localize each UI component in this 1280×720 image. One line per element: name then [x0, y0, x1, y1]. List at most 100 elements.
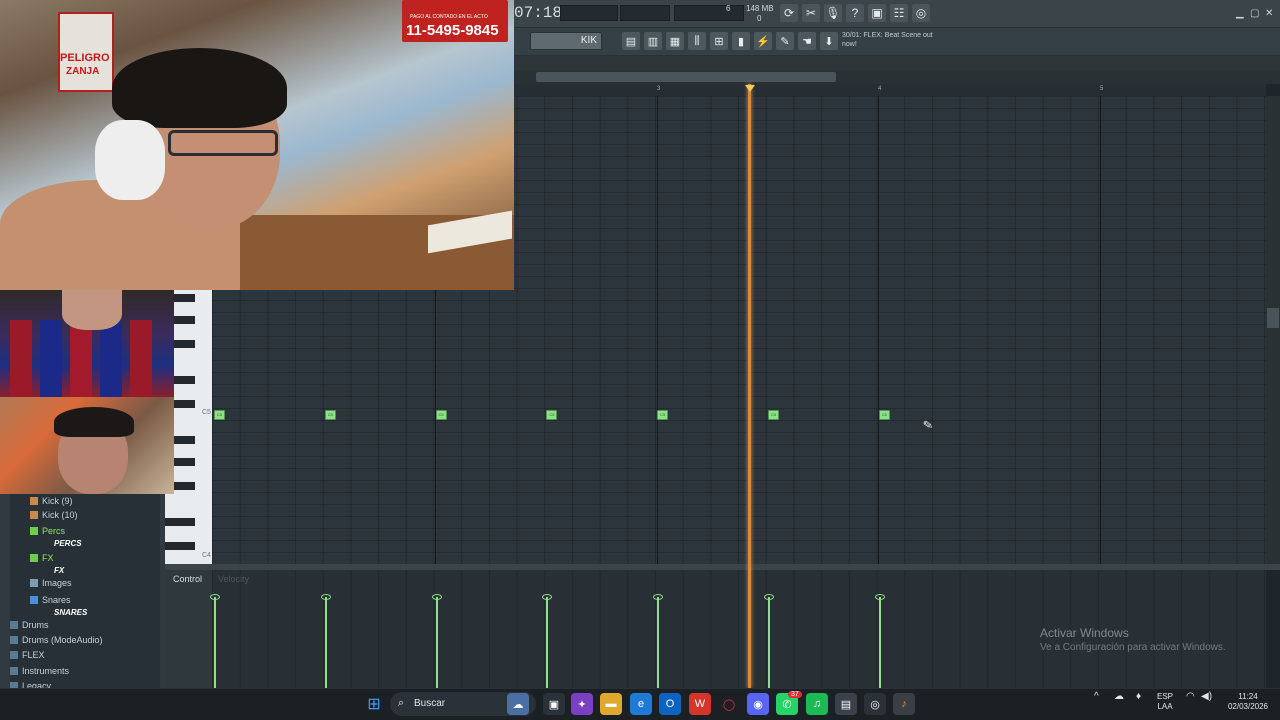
vertical-scrollbar[interactable]	[1266, 96, 1280, 564]
browser-item-label: Images	[42, 578, 72, 588]
ad-small-text: PAGO AL CONTADO EN EL ACTO	[410, 14, 488, 20]
app-w-icon[interactable]: W	[689, 693, 711, 715]
piano-roll-icon[interactable]: ▥	[644, 32, 662, 50]
refresh-icon[interactable]: ⟳	[780, 4, 798, 22]
microphone-icon[interactable]: 🎙	[824, 4, 842, 22]
language-code: ESP	[1157, 692, 1174, 701]
browser-item-label: Drums	[22, 620, 49, 630]
plugin-icon[interactable]: ⚡	[754, 32, 772, 50]
brush-icon[interactable]: ✎	[776, 32, 794, 50]
velocity-bar[interactable]	[214, 597, 216, 688]
widgets-icon[interactable]: ☁	[507, 693, 529, 715]
playhead[interactable]	[748, 84, 751, 688]
browser-item[interactable]: Snares	[30, 595, 71, 605]
note[interactable]: C5	[214, 410, 225, 420]
edge-icon[interactable]: e	[630, 693, 652, 715]
mixer-faders-icon[interactable]: ⫼	[688, 32, 706, 50]
minimize-icon[interactable]: ▁	[1236, 8, 1244, 19]
note[interactable]: C5	[546, 410, 558, 420]
spotify-icon[interactable]: ♫	[806, 693, 828, 715]
file-explorer-icon[interactable]: ▬	[600, 693, 622, 715]
control-label[interactable]: Control	[173, 574, 202, 584]
velocity-bar[interactable]	[657, 597, 660, 688]
horizontal-scroll-thumb[interactable]	[536, 72, 836, 82]
channel-rack-icon[interactable]: ▦	[666, 32, 684, 50]
help-icon[interactable]: ?	[846, 4, 864, 22]
browser-item-label: Percs	[42, 526, 66, 536]
windows-start-icon[interactable]: ⊞	[363, 693, 385, 715]
volume-icon[interactable]: ◀)	[1201, 692, 1212, 702]
bar-line	[878, 96, 879, 564]
velocity-bar[interactable]	[324, 597, 327, 688]
black-key[interactable]	[165, 518, 195, 526]
task-view-icon[interactable]: ▣	[543, 693, 565, 715]
cut-icon[interactable]: ✂	[802, 4, 820, 22]
language-indicator[interactable]: ESP LAA	[1157, 692, 1173, 712]
folder-icon	[30, 579, 38, 587]
note[interactable]: C5	[657, 410, 669, 420]
vertical-scroll-thumb[interactable]	[1267, 308, 1279, 328]
control-target-label[interactable]: Velocity	[218, 574, 249, 584]
chrome-icon[interactable]: ◎	[864, 693, 886, 715]
download-icon[interactable]: ⬇	[820, 32, 838, 50]
velocity-handle[interactable]	[874, 594, 885, 600]
folder-icon	[10, 621, 18, 629]
tempo-display[interactable]	[620, 5, 670, 21]
browser-item[interactable]: FLEX	[10, 650, 45, 660]
velocity-handle[interactable]	[210, 594, 220, 600]
browser-item[interactable]: Percs	[30, 526, 65, 536]
outlook-icon[interactable]: O	[659, 693, 681, 715]
news-line-2: now!	[842, 41, 857, 48]
fl-studio-icon[interactable]: ♪	[893, 693, 915, 715]
browser-item[interactable]: Instruments	[10, 666, 69, 676]
note[interactable]: C5	[324, 410, 336, 420]
notepad-icon[interactable]: ▤	[835, 693, 857, 715]
song-time-display[interactable]: 07:18	[514, 4, 562, 22]
hand-icon[interactable]: ☚	[798, 32, 816, 50]
browser-item[interactable]: SNARES	[54, 608, 87, 617]
cpu-meter	[674, 5, 744, 21]
black-key[interactable]	[165, 542, 195, 550]
note[interactable]: C5	[435, 410, 447, 420]
pattern-selector[interactable]: KIK	[530, 32, 602, 50]
browser-item[interactable]: Drums	[10, 620, 49, 630]
wifi-icon[interactable]: ◠	[1186, 692, 1195, 702]
close-icon[interactable]: ✕	[1265, 8, 1273, 19]
mixer-icon[interactable]: ☷	[890, 4, 908, 22]
discord-icon[interactable]: ◉	[747, 693, 769, 715]
news-ticker[interactable]: 30/01: FLEX: Beat Scene out now!	[842, 31, 948, 51]
browser-item[interactable]: Drums (ModeAudio)	[10, 635, 103, 645]
mic-tray-icon[interactable]: ♦	[1136, 692, 1141, 702]
chat-icon[interactable]: ◎	[912, 4, 930, 22]
velocity-handle[interactable]	[764, 594, 774, 600]
note[interactable]: C5	[768, 410, 779, 420]
playhead-marker[interactable]	[745, 85, 755, 92]
browser-item[interactable]: Images	[30, 578, 72, 588]
timeline-ruler[interactable]	[514, 84, 1266, 96]
browser-item[interactable]: Kick (9)	[30, 496, 73, 506]
clipboard-icon[interactable]: ▮	[732, 32, 750, 50]
browser-item[interactable]: Kick (10)	[30, 510, 78, 520]
webcam-guest-2	[0, 397, 174, 494]
note[interactable]: C5	[878, 410, 890, 420]
velocity-handle[interactable]	[431, 594, 442, 600]
browser-item[interactable]: FX	[30, 553, 54, 563]
taskbar-clock[interactable]: 11:24 02/03/2026	[1222, 692, 1274, 712]
save-icon[interactable]: ▣	[868, 4, 886, 22]
hierarchy-icon[interactable]: ⊞	[710, 32, 728, 50]
copilot-icon[interactable]: ✦	[571, 693, 593, 715]
network-cloud-icon[interactable]: ☁	[1114, 692, 1124, 702]
ad-phone: 11-5495-9845	[406, 22, 499, 39]
opera-icon[interactable]: ◯	[718, 693, 740, 715]
browser-item[interactable]: FX	[54, 566, 64, 575]
browser-item[interactable]: PERCS	[54, 539, 82, 548]
velocity-bar[interactable]	[878, 597, 881, 688]
velocity-bar[interactable]	[546, 597, 549, 688]
playlist-icon[interactable]: ▤	[622, 32, 640, 50]
tray-overflow-icon[interactable]: ^	[1094, 692, 1099, 702]
velocity-bar[interactable]	[435, 597, 438, 688]
velocity-bar[interactable]	[768, 597, 770, 688]
audio-file-icon	[30, 497, 38, 505]
maximize-icon[interactable]: ▢	[1250, 8, 1259, 19]
velocity-handle[interactable]	[320, 594, 331, 600]
